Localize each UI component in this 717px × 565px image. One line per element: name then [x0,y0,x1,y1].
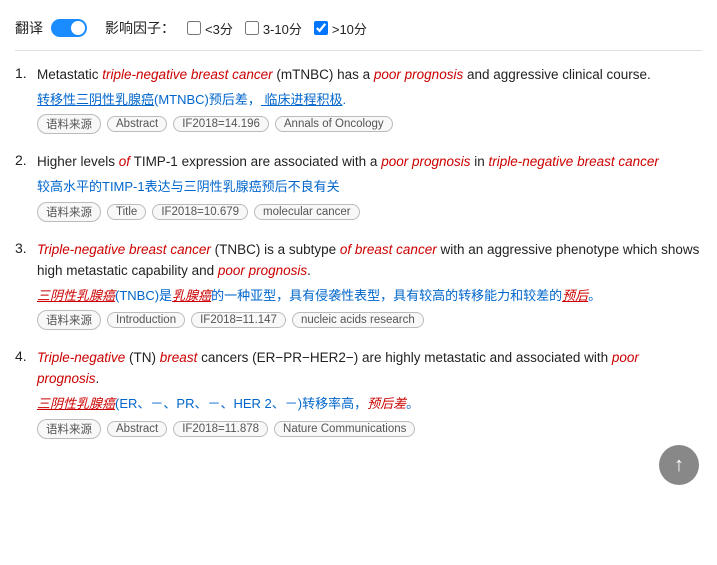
translate-toggle[interactable] [51,19,87,37]
filter-gt10[interactable]: >10分 [314,19,367,38]
translate-section: 翻译 [15,18,87,38]
zh-keyword: 三阴性乳腺癌 [37,288,115,303]
filter-lt3-checkbox[interactable] [187,21,201,35]
top-bar: 翻译 影响因子： <3分 3-10分 >10分 [15,10,702,51]
zh-keyword: 三阴性乳腺癌 [37,396,115,411]
tags-row: 语料来源 Abstract IF2018=11.878 Nature Commu… [37,419,702,439]
en-text: Triple-negative (TN) breast cancers (ER−… [37,348,702,390]
tag-if: IF2018=11.878 [173,421,268,437]
zh-plain: 预后差， [209,92,261,107]
tags-row: 语料来源 Title IF2018=10.679 molecular cance… [37,202,702,222]
zh-keyword: 预后差 [367,396,406,411]
zh-keyword: 转移性三阴性乳腺癌 [37,92,154,107]
result-item: 3. Triple-negative breast cancer (TNBC) … [15,240,702,330]
keyword: triple-negative breast cancer [102,67,272,82]
zh-text: 三阴性乳腺癌(TNBC)是乳腺癌的一种亚型，具有侵袭性表型，具有较高的转移能力和… [37,286,702,306]
tag-journal[interactable]: Annals of Oncology [275,116,393,132]
tag-journal[interactable]: Nature Communications [274,421,415,437]
en-text: Metastatic triple-negative breast cancer… [37,65,702,86]
en-text: Triple-negative breast cancer (TNBC) is … [37,240,702,282]
keyword: breast [160,350,198,365]
tag-section[interactable]: Introduction [107,312,185,328]
zh-keyword: 预后 [562,288,588,303]
result-item: 1. Metastatic triple-negative breast can… [15,65,702,134]
keyword: poor prognosis [381,154,470,169]
keyword: triple-negative breast cancer [489,154,659,169]
scroll-top-button[interactable]: ↑ [659,445,699,485]
result-number: 2. [15,152,27,168]
filter-3-10-label: 3-10分 [263,19,302,38]
result-number: 4. [15,348,27,364]
tags-row: 语料来源 Abstract IF2018=14.196 Annals of On… [37,114,702,134]
tag-if: IF2018=11.147 [191,312,286,328]
translate-label: 翻译 [15,18,43,38]
en-text: Higher levels of TIMP-1 expression are a… [37,152,702,173]
tag-if: IF2018=10.679 [152,204,248,220]
tags-row: 语料来源 Introduction IF2018=11.147 nucleic … [37,310,702,330]
keyword: poor prognosis [37,350,639,386]
tag-journal[interactable]: nucleic acids research [292,312,424,328]
filter-lt3[interactable]: <3分 [187,19,233,38]
keyword: Triple-negative [37,350,125,365]
keyword: poor prognosis [218,263,307,278]
tag-section[interactable]: Abstract [107,116,167,132]
filter-gt10-checkbox[interactable] [314,21,328,35]
result-list: 1. Metastatic triple-negative breast can… [15,65,702,439]
tag-source[interactable]: 语料来源 [37,202,101,222]
tag-source[interactable]: 语料来源 [37,114,101,134]
tag-section[interactable]: Abstract [107,421,167,437]
tag-journal[interactable]: molecular cancer [254,204,360,220]
zh-text: 转移性三阴性乳腺癌(MTNBC)预后差， 临床进程积极. [37,90,702,110]
keyword: of [119,154,130,169]
impact-section: 影响因子： <3分 3-10分 >10分 [105,18,367,38]
impact-label: 影响因子： [105,18,175,38]
filter-gt10-label: >10分 [332,19,367,38]
filter-lt3-label: <3分 [205,19,233,38]
result-number: 1. [15,65,27,81]
tag-if: IF2018=14.196 [173,116,269,132]
tag-section[interactable]: Title [107,204,146,220]
keyword: poor prognosis [374,67,463,82]
result-number: 3. [15,240,27,256]
result-item: 4. Triple-negative (TN) breast cancers (… [15,348,702,438]
keyword: Triple-negative breast cancer [37,242,211,257]
filter-3-10-checkbox[interactable] [245,21,259,35]
tag-source[interactable]: 语料来源 [37,310,101,330]
result-item: 2. Higher levels of TIMP-1 expression ar… [15,152,702,221]
zh-plain: 较高水平的TIMP-1表达与三阴性乳腺癌预后不良有关 [37,179,340,194]
zh-keyword: 乳腺癌 [172,288,211,303]
zh-keyword: 临床进程积极 [261,92,343,107]
zh-text: 三阴性乳腺癌(ER、－、PR、－、HER 2、－)转移率高，预后差。 [37,394,702,414]
zh-text: 较高水平的TIMP-1表达与三阴性乳腺癌预后不良有关 [37,177,702,197]
filter-3-10[interactable]: 3-10分 [245,19,302,38]
keyword: of breast cancer [340,242,437,257]
tag-source[interactable]: 语料来源 [37,419,101,439]
